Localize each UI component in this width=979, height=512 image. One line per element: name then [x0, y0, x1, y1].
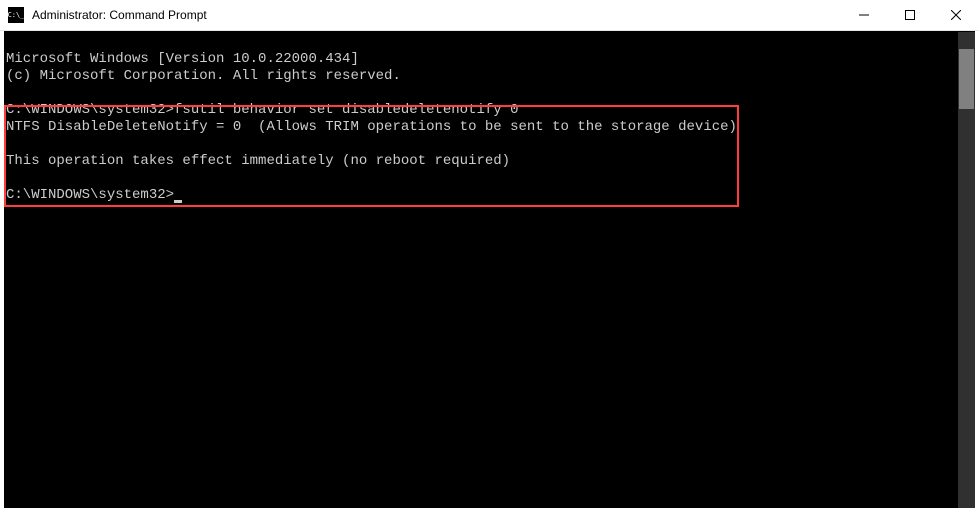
- command-prompt-icon: [8, 7, 24, 23]
- scrollbar-thumb[interactable]: [959, 49, 974, 109]
- terminal-line: [6, 170, 958, 187]
- terminal-line: [6, 136, 958, 153]
- command-prompt-window: Administrator: Command Prompt Microsoft …: [0, 0, 979, 512]
- terminal-content: Microsoft Windows [Version 10.0.22000.43…: [4, 32, 958, 508]
- close-button[interactable]: [933, 0, 979, 30]
- titlebar-left: Administrator: Command Prompt: [0, 7, 207, 23]
- cursor: [174, 200, 182, 203]
- typed-command: fsutil behavior set disabledeletenotify …: [174, 102, 518, 118]
- minimize-icon: [859, 10, 869, 20]
- maximize-icon: [905, 10, 915, 20]
- terminal-area[interactable]: Microsoft Windows [Version 10.0.22000.43…: [4, 31, 975, 508]
- prompt-path: C:\WINDOWS\system32>: [6, 102, 174, 118]
- terminal-line: C:\WINDOWS\system32>fsutil behavior set …: [6, 102, 958, 119]
- titlebar[interactable]: Administrator: Command Prompt: [0, 0, 979, 31]
- terminal-line: Microsoft Windows [Version 10.0.22000.43…: [6, 51, 958, 68]
- window-title: Administrator: Command Prompt: [32, 8, 207, 22]
- terminal-line: [6, 85, 958, 102]
- minimize-button[interactable]: [841, 0, 887, 30]
- terminal-line: (c) Microsoft Corporation. All rights re…: [6, 68, 958, 85]
- prompt-path: C:\WINDOWS\system32>: [6, 187, 174, 203]
- terminal-line: This operation takes effect immediately …: [6, 153, 958, 170]
- close-icon: [951, 10, 961, 20]
- terminal-line: C:\WINDOWS\system32>: [6, 187, 958, 204]
- window-controls: [841, 0, 979, 30]
- terminal-line: NTFS DisableDeleteNotify = 0 (Allows TRI…: [6, 119, 958, 136]
- scrollbar-vertical[interactable]: [958, 32, 975, 508]
- maximize-button[interactable]: [887, 0, 933, 30]
